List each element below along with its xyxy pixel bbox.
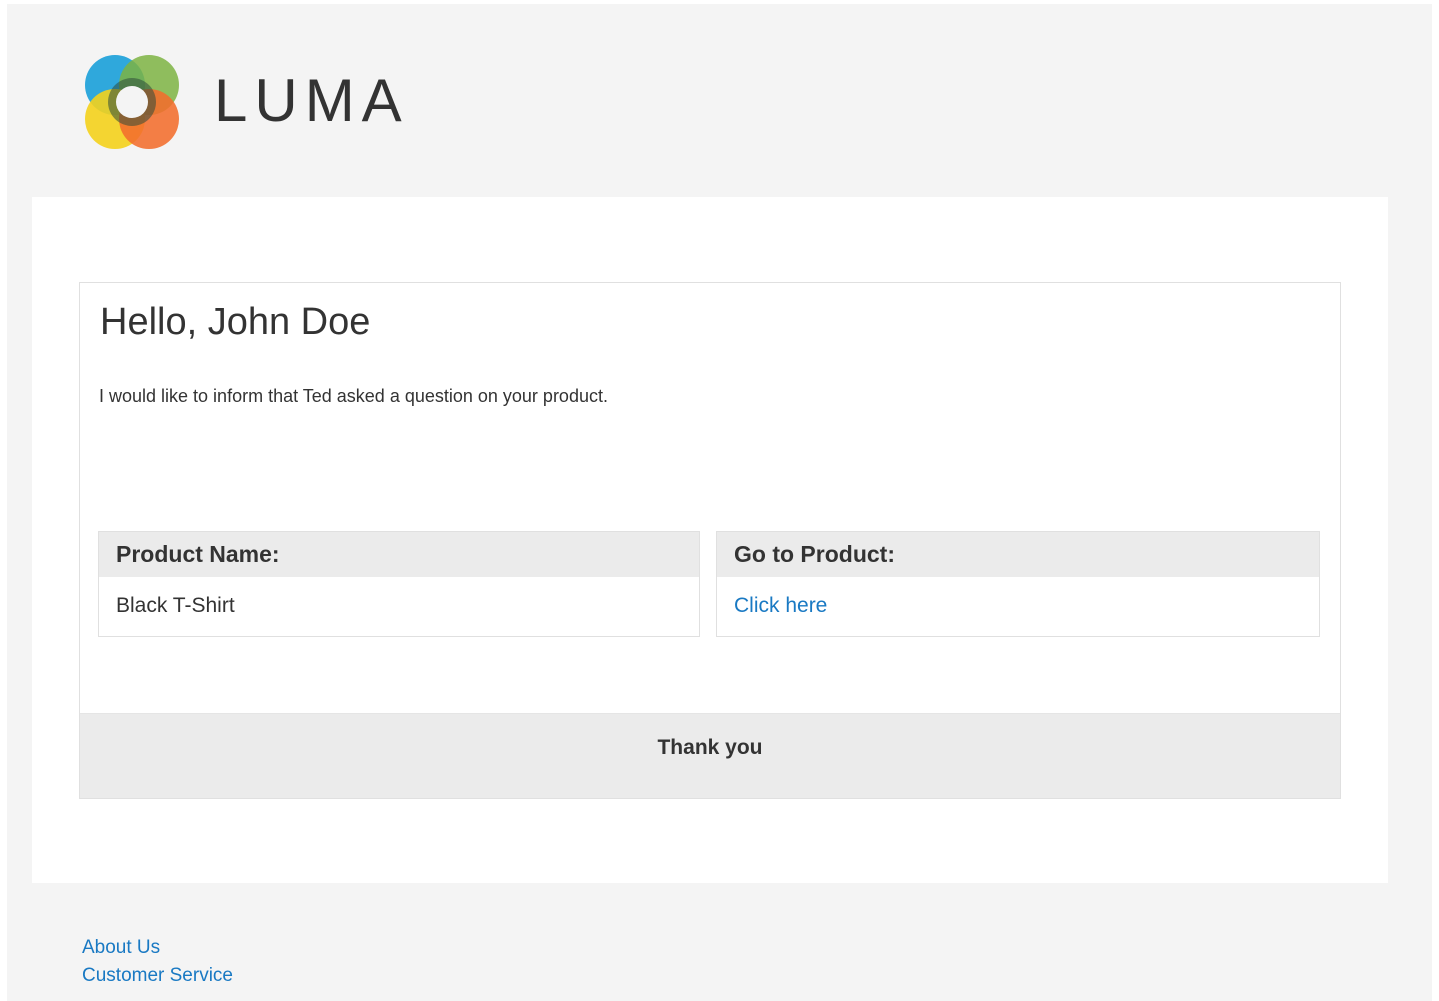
thank-you-footer: Thank you (80, 713, 1340, 798)
go-to-product-column: Go to Product: Click here (716, 531, 1320, 637)
greeting-heading: Hello, John Doe (100, 301, 371, 343)
about-us-link[interactable]: About Us (82, 934, 233, 962)
email-header: LUMA (82, 49, 482, 159)
product-name-value: Black T-Shirt (116, 594, 235, 617)
customer-service-link[interactable]: Customer Service (82, 962, 233, 990)
intro-text: I would like to inform that Ted asked a … (99, 386, 608, 406)
product-name-column: Product Name: Black T-Shirt (98, 531, 700, 637)
email-footer: About Us Customer Service (82, 934, 233, 990)
product-link[interactable]: Click here (717, 577, 1319, 618)
go-to-product-label: Go to Product: (717, 532, 1319, 577)
product-info-table: Product Name: Black T-Shirt Go to Produc… (98, 531, 1320, 637)
email-page: LUMA Hello, John Doe I would like to inf… (7, 4, 1432, 1001)
luma-logo-icon[interactable] (82, 52, 182, 152)
logo-wordmark: LUMA (214, 67, 409, 134)
message-container: Hello, John Doe I would like to inform t… (79, 282, 1341, 799)
product-name-label: Product Name: (99, 532, 699, 577)
email-body-card: Hello, John Doe I would like to inform t… (32, 197, 1388, 883)
